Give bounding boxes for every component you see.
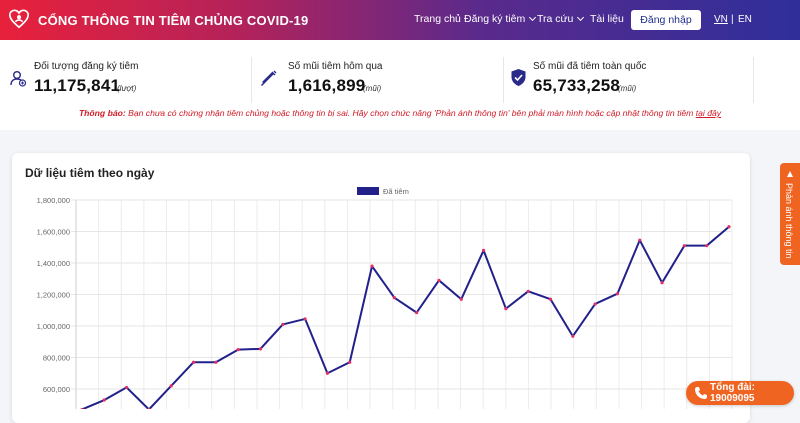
data-point xyxy=(392,296,396,300)
data-point xyxy=(571,334,575,338)
data-point xyxy=(415,311,419,315)
data-point xyxy=(125,385,129,390)
data-point xyxy=(169,384,173,388)
data-point xyxy=(638,238,642,242)
daily-vaccination-chart: 1,800,000 1,600,000 1,400,000 1,200,000 1,00… xyxy=(37,187,733,409)
hotline-button[interactable]: Tổng đài: 19009095 xyxy=(686,381,794,405)
data-point xyxy=(504,307,508,311)
legend-swatch xyxy=(357,187,379,195)
data-point xyxy=(303,317,307,321)
phone-icon xyxy=(695,387,707,399)
y-tick-label: 1,400,000 xyxy=(37,259,70,268)
data-point xyxy=(682,244,686,248)
y-tick-label: 800,000 xyxy=(43,354,70,363)
data-point xyxy=(281,322,285,327)
data-point xyxy=(348,360,352,364)
data-point xyxy=(727,225,731,229)
y-tick-label: 1,200,000 xyxy=(37,291,70,300)
y-tick-label: 600,000 xyxy=(43,385,70,394)
data-point xyxy=(258,347,263,351)
data-point xyxy=(660,281,664,285)
data-point xyxy=(705,244,709,248)
series-line xyxy=(81,226,730,409)
feedback-icon xyxy=(787,171,793,177)
feedback-side-tab-label: Phản ánh thông tin xyxy=(784,183,794,259)
data-point xyxy=(437,278,441,282)
data-point xyxy=(325,371,330,375)
legend-label: Đã tiêm xyxy=(383,187,409,196)
data-point xyxy=(370,264,374,268)
data-point xyxy=(548,297,553,301)
data-point xyxy=(615,292,620,296)
y-tick-label: 1,000,000 xyxy=(37,322,70,331)
y-tick-label: 1,800,000 xyxy=(37,196,70,205)
data-point xyxy=(526,289,530,293)
data-point xyxy=(191,360,196,364)
data-point xyxy=(593,302,597,306)
data-point xyxy=(481,248,486,252)
data-point xyxy=(214,360,218,364)
y-tick-label: 1,600,000 xyxy=(37,228,70,237)
data-point xyxy=(236,348,240,352)
data-point xyxy=(459,297,463,301)
hotline-label: Tổng đài: 19009095 xyxy=(710,382,755,404)
data-point xyxy=(102,398,106,402)
